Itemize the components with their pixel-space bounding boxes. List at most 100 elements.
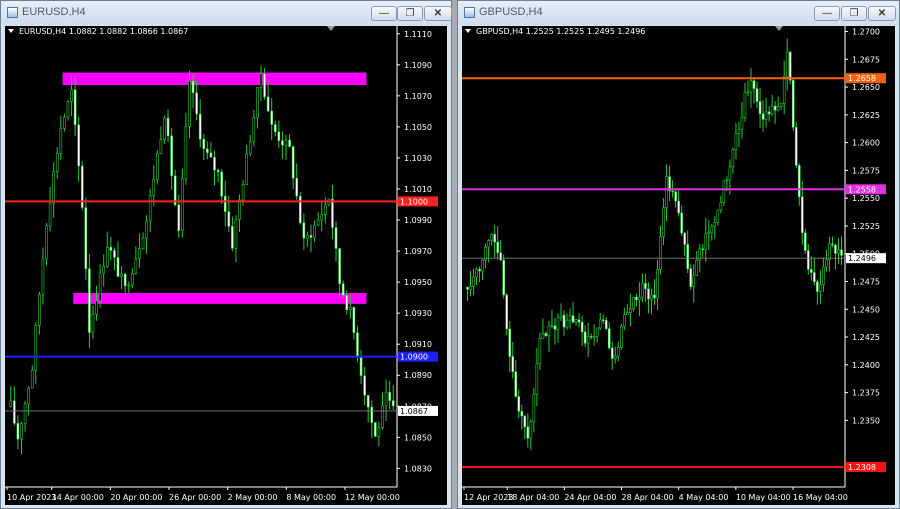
candle-body <box>659 236 662 270</box>
candle-body <box>191 80 195 94</box>
candle-body <box>803 232 807 251</box>
candle-body <box>601 319 605 322</box>
candle-body <box>334 227 338 249</box>
candle-body <box>181 178 184 232</box>
candle-body <box>331 198 334 228</box>
candle-body <box>138 248 141 259</box>
candle-body <box>374 422 377 437</box>
candle-body <box>195 92 198 115</box>
minimize-button[interactable]: — <box>814 6 840 21</box>
candle-body <box>626 312 629 316</box>
price-tick-label: 1.2575 <box>852 166 880 175</box>
candle-body <box>349 306 352 311</box>
candle-body <box>120 273 123 277</box>
title-bar[interactable]: GBPUSD,H4 — ❐ ✕ <box>458 1 899 25</box>
candle-body <box>270 110 273 125</box>
candle-body <box>508 328 512 357</box>
candle-body <box>604 319 608 329</box>
time-tick-label: 12 Apr 2023 <box>464 493 513 502</box>
candle-body <box>704 233 708 250</box>
candle-body <box>281 140 284 146</box>
candle-body <box>102 265 106 274</box>
candle-body <box>63 116 66 129</box>
candle-body <box>559 314 563 318</box>
candle-body <box>366 395 370 408</box>
candle-body <box>544 333 548 337</box>
candle-body <box>352 306 356 333</box>
price-tick-label: 1.1110 <box>404 30 432 39</box>
candle-body <box>644 283 647 289</box>
candle-body <box>623 314 626 327</box>
candle-body <box>284 139 288 146</box>
candle-body <box>216 169 220 173</box>
price-tick-label: 1.0830 <box>404 464 432 473</box>
candle-body <box>27 387 30 405</box>
candle-body <box>206 148 209 154</box>
candle-body <box>620 325 623 348</box>
candle-body <box>148 195 152 222</box>
candle-body <box>259 73 263 88</box>
close-button[interactable]: ✕ <box>424 6 452 21</box>
candle-body <box>48 202 52 227</box>
candle-body <box>532 394 536 423</box>
info-collapse-arrow-icon[interactable] <box>8 29 14 33</box>
candle-body <box>131 273 134 286</box>
candlestick-chart[interactable]: 1.1110 1.1090 1.1070 1.1050 1.1030 1.1010 1.09… <box>5 26 447 505</box>
candle-body <box>662 207 665 237</box>
candle-body <box>152 179 156 196</box>
current-price-label: 1.2496 <box>848 254 876 263</box>
candle-body <box>188 80 191 127</box>
price-chart-area[interactable]: 1.1110 1.1090 1.1070 1.1050 1.1030 1.1010 1.09… <box>5 26 447 505</box>
candle-body <box>177 204 181 232</box>
candle-body <box>213 156 216 171</box>
eurusd-chart-window[interactable]: EURUSD,H4 — ❐ ✕ 1.1110 1.1090 1.1070 1.1050… <box>0 0 452 509</box>
candle-body <box>514 371 518 397</box>
price-line-label: 1.2308 <box>848 463 876 472</box>
minimize-button[interactable]: — <box>371 6 397 21</box>
price-tick-label: 1.0910 <box>404 340 432 349</box>
maximize-button[interactable]: ❐ <box>841 6 867 21</box>
symbol-info-line: EURUSD,H4 1.0882 1.0882 1.0866 1.0867 <box>19 27 189 36</box>
candle-body <box>749 80 753 93</box>
candle-body <box>674 191 677 202</box>
candle-body <box>613 355 617 359</box>
candle-body <box>800 196 804 234</box>
price-tick-label: 1.2375 <box>852 389 880 398</box>
close-button[interactable]: ✕ <box>868 6 896 21</box>
candle-body <box>776 106 780 111</box>
info-collapse-arrow-icon[interactable] <box>465 29 471 33</box>
candle-body <box>686 244 689 270</box>
candle-body <box>782 76 786 104</box>
price-tick-label: 1.2650 <box>852 83 880 92</box>
candle-body <box>234 219 238 249</box>
candle-body <box>472 276 475 287</box>
price-chart-area[interactable]: 1.2700 1.2675 1.2650 1.2625 1.2600 1.2575 1.25… <box>462 26 895 505</box>
chart-shift-marker-icon[interactable] <box>327 26 335 31</box>
candle-body <box>767 111 771 115</box>
candle-body <box>638 296 641 301</box>
candle-body <box>77 124 80 167</box>
candle-body <box>298 195 302 224</box>
candle-body <box>695 259 699 276</box>
chart-shift-marker-icon[interactable] <box>775 26 783 31</box>
candle-body <box>713 222 717 227</box>
candle-body <box>716 209 720 223</box>
candle-body <box>184 125 188 180</box>
candle-body <box>238 199 241 220</box>
candle-body <box>66 101 70 118</box>
maximize-button[interactable]: ❐ <box>397 6 423 21</box>
candle-body <box>577 319 581 323</box>
candle-body <box>220 171 223 197</box>
candle-body <box>526 426 530 439</box>
candle-body <box>256 87 259 118</box>
candlestick-chart[interactable]: 1.2700 1.2675 1.2650 1.2625 1.2600 1.2575 1.25… <box>462 26 895 505</box>
candle-body <box>466 286 469 290</box>
candle-body <box>737 128 741 134</box>
candle-body <box>734 133 738 150</box>
candle-body <box>722 180 726 203</box>
candle-body <box>707 232 711 235</box>
candle-body <box>683 232 686 245</box>
candle-body <box>797 165 801 198</box>
gbpusd-chart-window[interactable]: GBPUSD,H4 — ❐ ✕ 1.2700 1.2675 1.2650 1.2625… <box>457 0 900 509</box>
title-bar[interactable]: EURUSD,H4 — ❐ ✕ <box>1 1 452 25</box>
